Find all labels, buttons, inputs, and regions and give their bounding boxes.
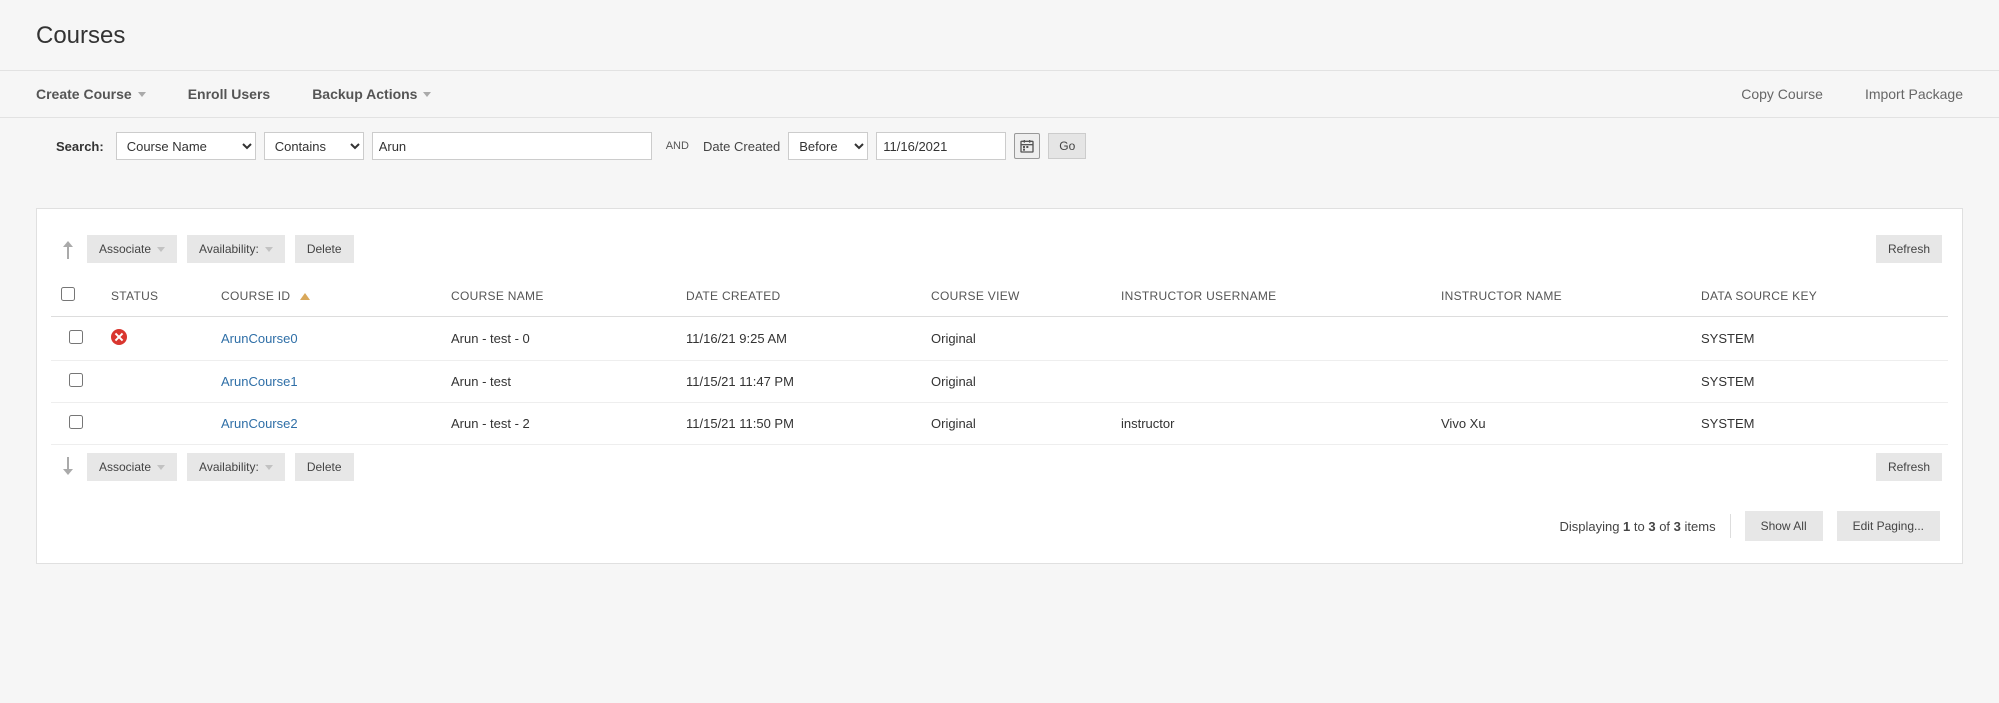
- paging-footer: Displaying 1 to 3 of 3 items Show All Ed…: [51, 493, 1948, 545]
- select-arrow-icon: [63, 457, 77, 477]
- cell-course-name: Arun - test: [441, 361, 676, 403]
- table-header-row: STATUS COURSE ID COURSE NAME DATE CREATE…: [51, 275, 1948, 317]
- paging-to: 3: [1648, 519, 1655, 534]
- delete-button[interactable]: Delete: [295, 453, 354, 481]
- show-all-button[interactable]: Show All: [1745, 511, 1823, 541]
- action-bar-bottom: Associate Availability: Delete Refresh: [63, 453, 1948, 481]
- cell-date-created: 11/16/21 9:25 AM: [676, 317, 921, 361]
- associate-label: Associate: [99, 242, 151, 256]
- search-and-label: AND: [666, 140, 689, 152]
- search-field-select[interactable]: Course Name: [116, 132, 256, 160]
- select-all-checkbox[interactable]: [61, 287, 75, 301]
- cell-data-source-key: SYSTEM: [1691, 361, 1948, 403]
- cell-course-view: Original: [921, 317, 1111, 361]
- calendar-button[interactable]: [1014, 133, 1040, 159]
- availability-label: Availability:: [199, 460, 259, 474]
- cell-course-name: Arun - test - 2: [441, 403, 676, 445]
- refresh-button[interactable]: Refresh: [1876, 453, 1942, 481]
- chevron-down-icon: [157, 247, 165, 252]
- sort-asc-icon: [300, 293, 310, 300]
- menu-import-package[interactable]: Import Package: [1865, 86, 1963, 102]
- col-course-id-label: COURSE ID: [221, 289, 290, 303]
- cell-course-name: Arun - test - 0: [441, 317, 676, 361]
- paging-text: Displaying 1 to 3 of 3 items: [1559, 519, 1715, 534]
- associate-button[interactable]: Associate: [87, 235, 177, 263]
- courses-table: STATUS COURSE ID COURSE NAME DATE CREATE…: [51, 275, 1948, 445]
- search-date-input[interactable]: [876, 132, 1006, 160]
- menu-enroll-users[interactable]: Enroll Users: [188, 86, 270, 102]
- row-checkbox[interactable]: [69, 415, 83, 429]
- col-date-created[interactable]: DATE CREATED: [676, 275, 921, 317]
- cell-instructor-name: [1431, 361, 1691, 403]
- menu-backup-actions-label: Backup Actions: [312, 86, 417, 102]
- course-id-link[interactable]: ArunCourse1: [221, 374, 298, 389]
- menu-create-course-label: Create Course: [36, 86, 132, 102]
- paging-prefix: Displaying: [1559, 519, 1623, 534]
- search-go-button[interactable]: Go: [1048, 133, 1086, 159]
- chevron-down-icon: [265, 465, 273, 470]
- table-row: ArunCourse2 Arun - test - 2 11/15/21 11:…: [51, 403, 1948, 445]
- paging-total: 3: [1674, 519, 1681, 534]
- menu-backup-actions[interactable]: Backup Actions: [312, 86, 431, 102]
- col-instructor-username[interactable]: INSTRUCTOR USERNAME: [1111, 275, 1431, 317]
- refresh-button[interactable]: Refresh: [1876, 235, 1942, 263]
- table-row: ArunCourse1 Arun - test 11/15/21 11:47 P…: [51, 361, 1948, 403]
- cell-instructor-name: [1431, 317, 1691, 361]
- availability-button[interactable]: Availability:: [187, 453, 285, 481]
- chevron-down-icon: [138, 92, 146, 97]
- search-term-input[interactable]: [372, 132, 652, 160]
- search-row: Search: Course Name Contains AND Date Cr…: [0, 118, 1999, 174]
- cell-instructor-username: [1111, 361, 1431, 403]
- availability-button[interactable]: Availability:: [187, 235, 285, 263]
- col-instructor-name[interactable]: INSTRUCTOR NAME: [1431, 275, 1691, 317]
- row-checkbox[interactable]: [69, 330, 83, 344]
- col-status[interactable]: STATUS: [101, 275, 211, 317]
- col-course-name[interactable]: COURSE NAME: [441, 275, 676, 317]
- course-id-link[interactable]: ArunCourse0: [221, 331, 298, 346]
- cell-date-created: 11/15/21 11:50 PM: [676, 403, 921, 445]
- cell-instructor-username: instructor: [1111, 403, 1431, 445]
- course-id-link[interactable]: ArunCourse2: [221, 416, 298, 431]
- chevron-down-icon: [423, 92, 431, 97]
- menu-import-package-label: Import Package: [1865, 86, 1963, 102]
- divider: [1730, 514, 1731, 538]
- chevron-down-icon: [265, 247, 273, 252]
- paging-suffix: items: [1681, 519, 1716, 534]
- chevron-down-icon: [157, 465, 165, 470]
- menu-enroll-users-label: Enroll Users: [188, 86, 270, 102]
- select-arrow-icon: [63, 239, 77, 259]
- menu-create-course[interactable]: Create Course: [36, 86, 146, 102]
- col-data-source-key[interactable]: DATA SOURCE KEY: [1691, 275, 1948, 317]
- cell-instructor-username: [1111, 317, 1431, 361]
- delete-button[interactable]: Delete: [295, 235, 354, 263]
- paging-to-word: to: [1630, 519, 1648, 534]
- calendar-icon: [1019, 138, 1035, 154]
- page-title: Courses: [0, 0, 1999, 70]
- col-course-id[interactable]: COURSE ID: [211, 275, 441, 317]
- cell-data-source-key: SYSTEM: [1691, 317, 1948, 361]
- cell-instructor-name: Vivo Xu: [1431, 403, 1691, 445]
- row-checkbox[interactable]: [69, 373, 83, 387]
- availability-label: Availability:: [199, 242, 259, 256]
- cell-data-source-key: SYSTEM: [1691, 403, 1948, 445]
- menu-copy-course-label: Copy Course: [1741, 86, 1823, 102]
- status-unavailable-icon: [111, 329, 127, 345]
- table-row: ArunCourse0 Arun - test - 0 11/16/21 9:2…: [51, 317, 1948, 361]
- cell-course-view: Original: [921, 361, 1111, 403]
- search-date-label: Date Created: [703, 139, 780, 154]
- associate-label: Associate: [99, 460, 151, 474]
- cell-course-view: Original: [921, 403, 1111, 445]
- edit-paging-button[interactable]: Edit Paging...: [1837, 511, 1940, 541]
- paging-of-word: of: [1656, 519, 1674, 534]
- action-bar-top: Associate Availability: Delete Refresh: [63, 235, 1948, 263]
- search-operator-select[interactable]: Contains: [264, 132, 364, 160]
- search-label: Search:: [56, 139, 104, 154]
- results-panel: Associate Availability: Delete Refresh S…: [36, 208, 1963, 564]
- associate-button[interactable]: Associate: [87, 453, 177, 481]
- menu-copy-course[interactable]: Copy Course: [1741, 86, 1823, 102]
- search-date-op-select[interactable]: Before: [788, 132, 868, 160]
- col-course-view[interactable]: COURSE VIEW: [921, 275, 1111, 317]
- top-menubar: Create Course Enroll Users Backup Action…: [0, 70, 1999, 118]
- cell-date-created: 11/15/21 11:47 PM: [676, 361, 921, 403]
